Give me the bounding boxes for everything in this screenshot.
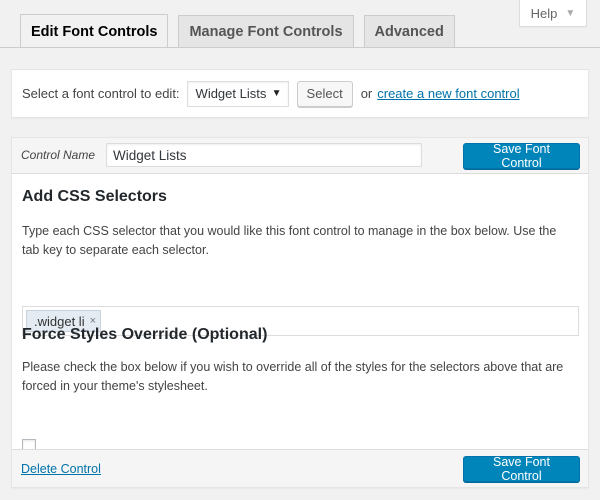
tab-label: Manage Font Controls	[189, 24, 343, 40]
delete-control-link[interactable]: Delete Control	[21, 462, 101, 476]
tabs-divider	[0, 47, 600, 48]
css-selectors-heading: Add CSS Selectors	[22, 188, 167, 205]
editor-footer: Delete Control Save Font Control	[12, 449, 588, 487]
select-label: Select a font control to edit:	[22, 86, 180, 101]
save-font-control-button[interactable]: Save Font Control	[463, 142, 580, 170]
font-control-editor: Control Name Save Font Control Add CSS S…	[11, 137, 589, 488]
help-label: Help	[530, 5, 558, 21]
force-override-description: Please check the box below if you wish t…	[22, 360, 564, 393]
editor-header: Control Name Save Font Control	[12, 138, 588, 174]
font-control-dropdown[interactable]: Widget Lists ▼	[186, 80, 289, 107]
force-override-heading: Force Styles Override (Optional)	[22, 326, 268, 343]
nav-tabs: Edit Font Controls Manage Font Controls …	[20, 14, 455, 48]
select-button[interactable]: Select	[296, 80, 353, 107]
tab-edit-font-controls[interactable]: Edit Font Controls	[20, 14, 169, 48]
control-name-label: Control Name	[21, 148, 96, 162]
help-tab[interactable]: Help ▼	[519, 0, 587, 27]
create-font-control-link[interactable]: create a new font control	[377, 86, 519, 101]
tab-label: Edit Font Controls	[31, 23, 158, 40]
or-text: or	[360, 86, 373, 101]
control-selector-bar: Select a font control to edit: Widget Li…	[11, 69, 589, 118]
dropdown-arrow-icon: ▼	[271, 88, 282, 99]
tab-advanced[interactable]: Advanced	[363, 15, 455, 48]
dropdown-value: Widget Lists	[195, 86, 267, 101]
footer-save-font-control-button[interactable]: Save Font Control	[463, 455, 580, 483]
tab-manage-font-controls[interactable]: Manage Font Controls	[178, 15, 354, 48]
css-selectors-description: Type each CSS selector that you would li…	[22, 224, 557, 257]
tab-label: Advanced	[374, 24, 444, 40]
control-name-input[interactable]	[106, 143, 422, 167]
caret-down-icon: ▼	[565, 7, 576, 19]
